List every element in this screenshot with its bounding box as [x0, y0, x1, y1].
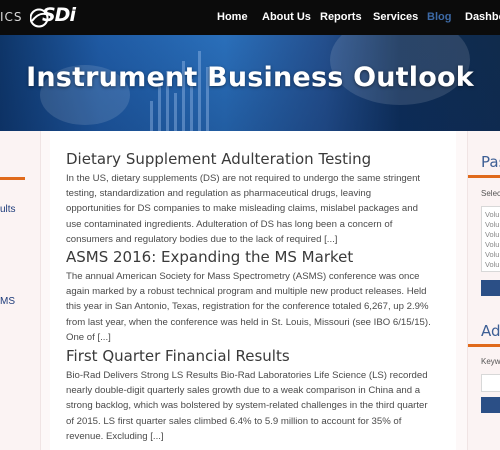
select-option[interactable]: Volu — [485, 240, 499, 249]
excerpt-line: The annual American Society for Mass Spe… — [66, 271, 420, 282]
excerpt-line: opportunities for DS companies to make m… — [66, 203, 418, 215]
excerpt-line: consumers and regulatory bodies due to t… — [66, 233, 338, 245]
past-issues-heading: Pas — [481, 153, 500, 171]
sidebar-link[interactable]: ults — [0, 204, 16, 215]
left-sidebar: ults MS — [0, 131, 41, 450]
sidebar-accent-divider — [0, 177, 25, 180]
nav-blog[interactable]: Blog — [427, 11, 451, 23]
past-issues-go-button[interactable] — [481, 280, 500, 296]
excerpt-line: Bio-Rad Delivers Strong LS Results Bio-R… — [66, 370, 428, 381]
top-navigation-bar: ICS SDi Home About Us Reports Services B… — [0, 0, 500, 35]
excerpt-line: use contaminated ingredients. Adulterati… — [66, 218, 393, 230]
sidebar-accent-divider — [468, 344, 500, 347]
past-issues-select[interactable]: Volu Volu Volu Volu Volu Volu — [481, 206, 500, 272]
post-excerpt: In the US, dietary supplements (DS) are … — [66, 171, 446, 247]
nav-home[interactable]: Home — [217, 11, 248, 23]
post-title[interactable]: Dietary Supplement Adulteration Testing — [66, 150, 371, 168]
excerpt-line: In the US, dietary supplements (DS) are … — [66, 173, 421, 184]
page-title: Instrument Business Outlook — [26, 62, 474, 93]
excerpt-line: nearly double-digit quarterly sales grow… — [66, 385, 421, 397]
select-option[interactable]: Volu — [485, 230, 499, 239]
hero-banner: Instrument Business Outlook — [0, 35, 500, 131]
hero-decoration — [174, 93, 177, 131]
select-option[interactable]: Volu — [485, 220, 499, 229]
post-title[interactable]: First Quarter Financial Results — [66, 347, 290, 365]
logo-text[interactable]: SDi — [42, 4, 76, 26]
post-excerpt: The annual American Society for Mass Spe… — [66, 269, 446, 345]
select-option[interactable]: Volu — [485, 260, 499, 269]
excerpt-line: strong backlog, which was bolstered by s… — [66, 400, 428, 412]
right-sidebar: Pas Selec Volu Volu Volu Volu Volu Volu … — [467, 131, 500, 450]
select-label: Selec — [481, 189, 500, 198]
nav-dashboard[interactable]: Dashbo — [465, 11, 500, 23]
excerpt-line: testing, standardization and regulation … — [66, 188, 372, 200]
sidebar-accent-divider — [468, 175, 500, 178]
excerpt-line: from last year, when the conference was … — [66, 316, 431, 328]
excerpt-line: One of [...] — [66, 331, 111, 343]
excerpt-line: this year in San Antonio, Texas, registr… — [66, 301, 429, 313]
select-option[interactable]: Volu — [485, 250, 499, 259]
post-title[interactable]: ASMS 2016: Expanding the MS Market — [66, 248, 353, 266]
nav-services[interactable]: Services — [373, 11, 418, 23]
post-excerpt: Bio-Rad Delivers Strong LS Results Bio-R… — [66, 368, 446, 444]
keyword-input[interactable] — [481, 374, 500, 392]
keyword-label: Keyw — [481, 357, 500, 366]
main-content: Dietary Supplement Adulteration Testing … — [50, 131, 456, 450]
nav-reports[interactable]: Reports — [320, 11, 362, 23]
brand-partial-text: ICS — [0, 10, 23, 24]
select-option[interactable]: Volu — [485, 210, 499, 219]
sidebar-link[interactable]: MS — [0, 296, 15, 307]
hero-decoration — [150, 101, 153, 131]
excerpt-line: again marked by a robust technical progr… — [66, 286, 427, 298]
excerpt-line: revenue. Excluding [...] — [66, 430, 164, 442]
advanced-search-heading: Adv — [481, 322, 500, 340]
search-button[interactable] — [481, 397, 500, 413]
nav-about-us[interactable]: About Us — [262, 11, 311, 23]
excerpt-line: of 2015. LS first quarter sales climbed … — [66, 415, 402, 427]
